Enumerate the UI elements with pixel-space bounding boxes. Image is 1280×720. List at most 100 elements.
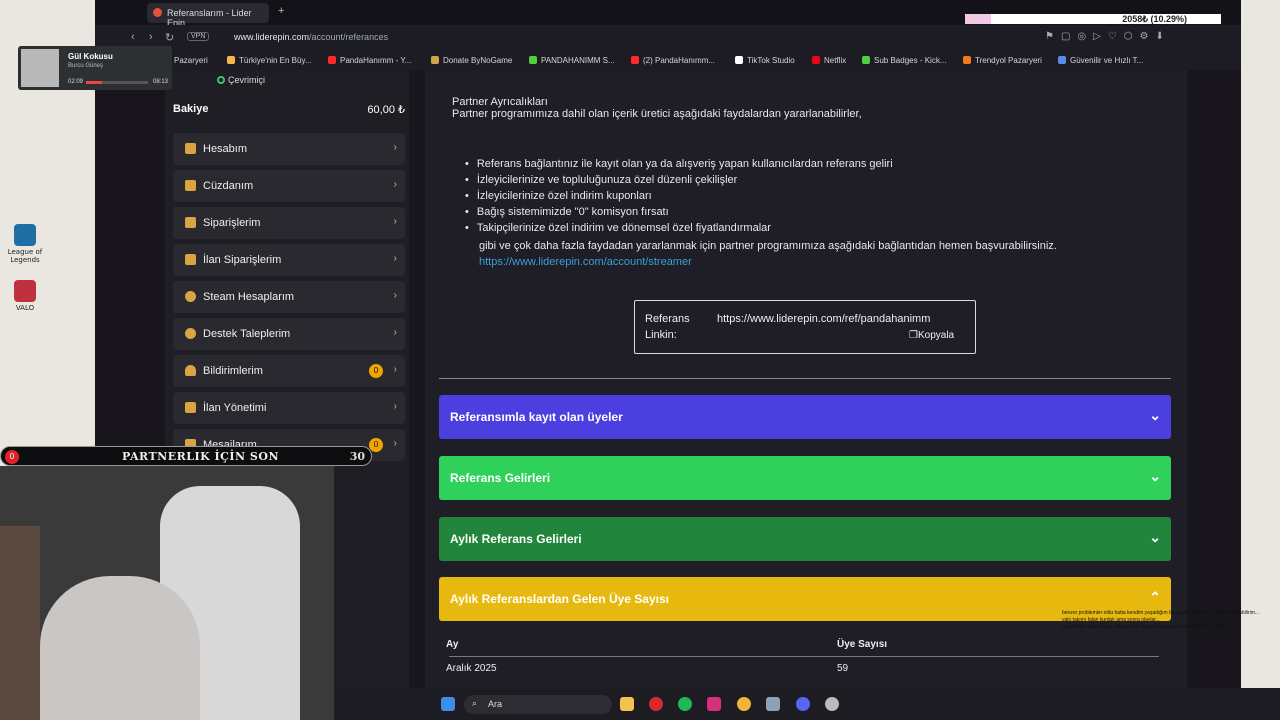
reload-icon[interactable]: ↻ [165, 31, 174, 44]
search-icon: ⌕ [472, 698, 478, 708]
bookmark-item[interactable]: PANDAHANIMM S... [529, 56, 615, 65]
chevron-right-icon: › [393, 364, 397, 375]
chevron-up-icon: ⌃ [1149, 589, 1161, 605]
table-header-month: Ay [446, 639, 459, 650]
elapsed-time: 02:09 [68, 79, 84, 85]
chevron-right-icon: › [393, 327, 397, 338]
url-field[interactable]: www.liderepin.com/account/referances [234, 32, 388, 42]
song-artist: Burcu Güneş [68, 63, 104, 69]
streamer-link[interactable]: https://www.liderepin.com/account/stream… [479, 256, 692, 268]
partner-intro: Partner programımıza dahil olan içerik ü… [452, 108, 862, 120]
start-icon[interactable] [441, 697, 455, 711]
address-bar: ‹ › ↻ VPN www.liderepin.com/account/refe… [95, 25, 1241, 50]
accordion-referral-income[interactable]: Referans Gelirleri ⌄ [439, 456, 1171, 500]
online-status: Çevrimiçi [217, 75, 265, 85]
benefit-item: Referans bağlantınız ile kayıt olan ya d… [465, 158, 893, 174]
table-header-divider [449, 656, 1159, 657]
ref-label-2: Linkin: [645, 329, 677, 341]
desktop-shortcut-label: VALO [15, 304, 35, 312]
referral-url[interactable]: https://www.liderepin.com/ref/pandahanim… [717, 313, 930, 325]
new-tab-icon[interactable]: + [278, 5, 284, 17]
song-title: Gül Kokusu [68, 52, 113, 61]
chevron-down-icon: ⌄ [1149, 529, 1161, 545]
forward-icon[interactable]: › [149, 31, 153, 43]
tab-active[interactable]: Referanslarım - Lider Epin [147, 3, 269, 28]
bookmark-item[interactable]: Sub Badges - Kick... [862, 56, 946, 65]
file-explorer-icon[interactable] [620, 697, 634, 711]
bookmark-item[interactable]: Trendyol Pazaryeri [963, 56, 1042, 65]
benefit-item: İzleyicilerinize ve topluluğunuza özel d… [465, 174, 893, 190]
chevron-right-icon: › [393, 216, 397, 227]
search-placeholder: Ara [488, 699, 503, 709]
person [40, 576, 200, 720]
url-host: www.liderepin.com [234, 32, 310, 42]
table-cell-month: Aralık 2025 [446, 663, 497, 674]
benefits-tail: gibi ve çok daha fazla faydadan yararlan… [479, 240, 1057, 252]
banner-title: PARTNERLIK İÇİN SON [122, 450, 280, 463]
discord-icon[interactable] [796, 697, 810, 711]
bookmark-item[interactable]: Türkiye'nin En Büy... [227, 56, 312, 65]
browser-toolbar-icons[interactable]: ⚑▢◎▷♡⬡⚙⬇ [1045, 31, 1171, 42]
balance-label: Bakiye [173, 103, 209, 115]
sidebar-item-steam[interactable]: Steam Hesaplarım › [173, 281, 405, 313]
bookmark-item[interactable]: PandaHanımm - Y... [328, 56, 411, 65]
league-icon [14, 224, 36, 246]
copy-button[interactable]: ❐Kopyala [909, 330, 954, 341]
partner-title: Partner Ayrıcalıkları [452, 96, 548, 108]
steam-icon [185, 291, 196, 302]
obs-icon[interactable] [825, 697, 839, 711]
opera-icon[interactable] [649, 697, 663, 711]
bag-icon [185, 254, 196, 265]
bell-icon [185, 365, 196, 376]
donation-goal-fill [965, 14, 992, 24]
bookmarks-bar: l Pazaryeri Türkiye'nin En Büy... PandaH… [95, 50, 1241, 70]
sidebar-item-ilan-yonetimi[interactable]: İlan Yönetimi › [173, 392, 405, 424]
referral-content: Partner Ayrıcalıkları Partner programımı… [425, 70, 1187, 688]
banner-badge: 0 [5, 450, 19, 464]
total-time: 08:13 [152, 79, 168, 85]
song-progress-track [86, 81, 148, 84]
donation-goal-bar: 2058₺ (10.29%) [965, 14, 1221, 24]
bookmark-item[interactable]: Güvenilir ve Hızlı T... [1058, 56, 1143, 65]
bookmark-item[interactable]: (2) PandaHanımm... [631, 56, 715, 65]
sidebar-item-cuzdanim[interactable]: Cüzdanım › [173, 170, 405, 202]
bookmark-item[interactable]: l Pazaryeri [170, 56, 208, 65]
message-badge: 0 [369, 438, 383, 452]
desktop-shortcut-league[interactable]: League of Legends [0, 224, 50, 264]
benefit-item: Takipçilerinize özel indirim ve dönemsel… [465, 222, 893, 238]
desktop-shortcut-valo[interactable]: VALO [0, 280, 50, 312]
sidebar-item-hesabim[interactable]: Hesabım › [173, 133, 405, 165]
taskbar-search[interactable]: ⌕ Ara [464, 695, 612, 714]
chevron-right-icon: › [393, 142, 397, 153]
back-icon[interactable]: ‹ [131, 31, 135, 43]
store-icon [185, 402, 196, 413]
sidebar-item-siparislerim[interactable]: Siparişlerim › [173, 207, 405, 239]
chevron-right-icon: › [393, 179, 397, 190]
benefit-item: İzleyicilerinize özel indirim kuponları [465, 190, 893, 206]
app-icon[interactable] [766, 697, 780, 711]
chrome-icon[interactable] [737, 697, 751, 711]
sidebar-item-ilan-siparislerim[interactable]: İlan Siparişlerim › [173, 244, 405, 276]
sidebar-item-destek[interactable]: Destek Taleplerim › [173, 318, 405, 350]
chat-line: benzer problemler oldu hatta kendim yaşa… [1062, 610, 1260, 616]
user-icon [185, 143, 196, 154]
bookmark-item[interactable]: Netflix [812, 56, 846, 65]
instagram-icon[interactable] [707, 697, 721, 711]
chevron-down-icon: ⌄ [1149, 407, 1161, 423]
accordion-monthly-income[interactable]: Aylık Referans Gelirleri ⌄ [439, 517, 1171, 561]
accordion-referred-members[interactable]: Referansımla kayıt olan üyeler ⌄ [439, 395, 1171, 439]
sidebar-item-bildirimlerim[interactable]: Bildirimlerim 0 › [173, 355, 405, 387]
vpn-badge[interactable]: VPN [187, 32, 210, 41]
desktop-shortcut-label: League of Legends [7, 248, 43, 264]
balance-value: 60,00 ₺ [367, 104, 405, 116]
bookmark-item[interactable]: Donate ByNoGame [431, 56, 512, 65]
spotify-icon[interactable] [678, 697, 692, 711]
chevron-down-icon: ⌄ [1149, 468, 1161, 484]
bookmark-item[interactable]: TikTok Studio [735, 56, 795, 65]
cart-icon [185, 217, 196, 228]
song-progress-fill [86, 81, 103, 84]
balance-row: Bakiye 60,00 ₺ [173, 103, 405, 116]
chevron-right-icon: › [393, 253, 397, 264]
chat-line: valo takımı falan kurduk ama sonra olayl… [1062, 617, 1160, 623]
table-cell-count: 59 [837, 663, 849, 674]
